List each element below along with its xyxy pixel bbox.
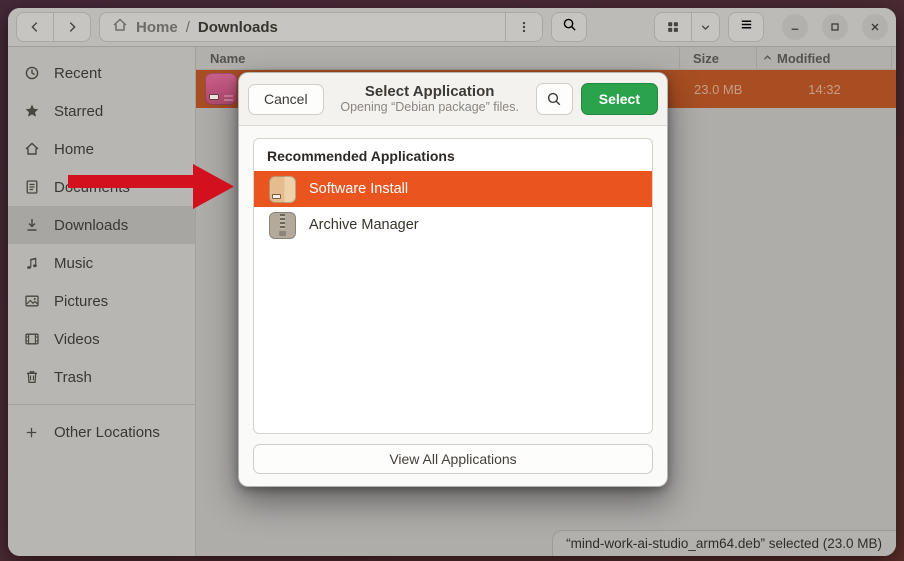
app-row-software-install[interactable]: Software Install (254, 171, 652, 207)
column-header-modified[interactable]: Modified (757, 51, 891, 66)
sidebar-item-recent[interactable]: Recent (8, 54, 195, 92)
hamburger-menu-icon (739, 17, 754, 37)
video-film-icon (23, 331, 40, 347)
grid-view-icon (666, 20, 680, 34)
minimize-button[interactable] (782, 14, 808, 40)
search-icon (562, 17, 577, 37)
grid-view-button[interactable] (655, 13, 691, 41)
sidebar-item-label: Pictures (54, 293, 108, 310)
picture-icon (23, 293, 40, 309)
file-star-cell[interactable] (892, 80, 896, 99)
status-bar: “mind-work-ai-studio_arm64.deb” selected… (552, 530, 896, 556)
view-switcher (654, 12, 720, 42)
sidebar-item-label: Trash (54, 369, 92, 386)
view-options-button[interactable] (692, 13, 719, 41)
plus-icon (23, 425, 40, 440)
dialog-title: Select Application (324, 83, 536, 100)
forward-button[interactable] (54, 13, 90, 41)
recent-clock-icon (23, 65, 40, 81)
sidebar-item-documents[interactable]: Documents (8, 168, 195, 206)
dialog-titlebox: Select Application Opening “Debian packa… (324, 83, 536, 115)
path-bar: Home / Downloads (99, 12, 543, 42)
breadcrumb-current[interactable]: Downloads (198, 19, 278, 36)
sidebar-item-videos[interactable]: Videos (8, 320, 195, 358)
chevron-right-icon (65, 20, 79, 34)
sidebar-item-starred[interactable]: Starred (8, 92, 195, 130)
maximize-icon (829, 21, 841, 33)
sidebar-item-trash[interactable]: Trash (8, 358, 195, 396)
three-dots-vertical-icon (517, 20, 531, 34)
select-button[interactable]: Select (581, 83, 658, 115)
home-icon (23, 141, 40, 157)
archive-manager-icon (269, 212, 296, 239)
app-row-archive-manager[interactable]: Archive Manager (254, 207, 652, 243)
app-name: Software Install (309, 181, 408, 197)
sidebar-item-label: Home (54, 141, 94, 158)
nav-buttons (16, 12, 91, 42)
headerbar-right (654, 12, 890, 42)
breadcrumb-home[interactable]: Home (112, 17, 178, 37)
search-icon (546, 91, 562, 107)
close-icon (869, 21, 881, 33)
column-header-size[interactable]: Size (680, 51, 756, 66)
sidebar-item-label: Videos (54, 331, 100, 348)
app-name: Archive Manager (309, 217, 419, 233)
star-icon (23, 103, 40, 119)
dialog-body: Recommended Applications Software Instal… (239, 126, 667, 486)
select-application-dialog: Cancel Select Application Opening “Debia… (238, 72, 668, 487)
chevron-left-icon (28, 20, 42, 34)
trash-icon (23, 369, 40, 385)
sidebar-item-label: Starred (54, 103, 103, 120)
sidebar-item-label: Downloads (54, 217, 128, 234)
dialog-header: Cancel Select Application Opening “Debia… (239, 73, 667, 126)
column-divider (891, 47, 892, 69)
sidebar-item-pictures[interactable]: Pictures (8, 282, 195, 320)
desktop: Home / Downloads (0, 0, 904, 561)
sidebar-item-downloads[interactable]: Downloads (8, 206, 195, 244)
path-menu-button[interactable] (506, 13, 542, 41)
cancel-button[interactable]: Cancel (248, 84, 324, 115)
search-toggle-button[interactable] (551, 12, 587, 42)
main-menu-button[interactable] (728, 12, 764, 42)
sidebar-item-label: Documents (54, 179, 130, 196)
dialog-search-button[interactable] (536, 83, 573, 115)
minimize-icon (789, 21, 801, 33)
sidebar-item-label: Recent (54, 65, 102, 82)
music-note-icon (23, 255, 40, 271)
file-size-cell: 23.0 MB (680, 82, 757, 97)
sidebar: Recent Starred Home Documents (8, 47, 196, 556)
column-header-name[interactable]: Name (196, 51, 679, 66)
dialog-subtitle: Opening “Debian package” files. (324, 100, 536, 114)
view-all-applications-button[interactable]: View All Applications (253, 444, 653, 474)
sidebar-item-home[interactable]: Home (8, 130, 195, 168)
recommended-section-header: Recommended Applications (254, 139, 652, 171)
sort-ascending-icon (762, 51, 773, 66)
home-icon (112, 17, 128, 37)
application-list: Recommended Applications Software Instal… (253, 138, 653, 434)
breadcrumb-separator: / (186, 19, 190, 36)
sidebar-item-label: Other Locations (54, 424, 160, 441)
sidebar-item-label: Music (54, 255, 93, 272)
sidebar-item-other-locations[interactable]: Other Locations (8, 413, 195, 451)
deb-package-icon (205, 73, 237, 105)
maximize-button[interactable] (822, 14, 848, 40)
sidebar-item-music[interactable]: Music (8, 244, 195, 282)
sidebar-separator (8, 404, 195, 405)
back-button[interactable] (17, 13, 53, 41)
breadcrumb: Home / Downloads (100, 17, 505, 37)
column-header-modified-label: Modified (777, 51, 830, 66)
chevron-down-icon (699, 21, 712, 34)
breadcrumb-home-label: Home (136, 19, 178, 36)
window-controls (782, 14, 888, 40)
download-icon (23, 217, 40, 233)
document-icon (23, 179, 40, 195)
list-column-headers: Name Size Modified (196, 47, 896, 70)
close-button[interactable] (862, 14, 888, 40)
headerbar: Home / Downloads (8, 8, 896, 47)
software-install-icon (269, 176, 296, 203)
status-text: “mind-work-ai-studio_arm64.deb” selected… (566, 536, 882, 551)
file-modified-cell: 14:32 (757, 82, 892, 97)
